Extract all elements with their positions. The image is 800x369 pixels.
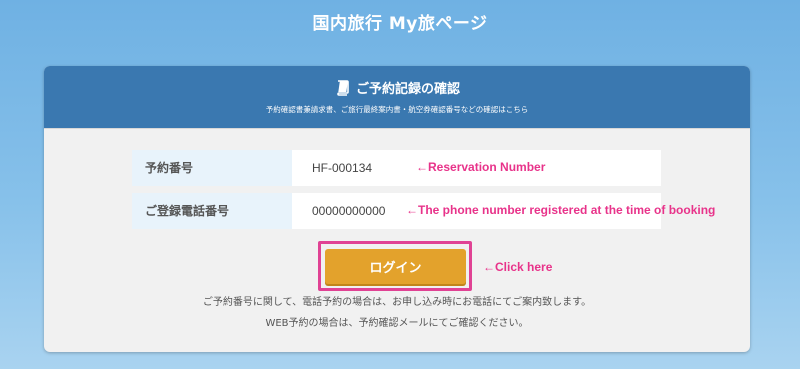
- card-header: ご予約記録の確認 予約確認書兼請求書、ご旅行最終案内書・航空券確認番号などの確認…: [44, 66, 750, 129]
- reservation-number-row: 予約番号 HF-000134: [132, 150, 661, 186]
- login-annotation: ←Click here: [483, 260, 553, 274]
- phone-number-input[interactable]: 00000000000: [312, 193, 385, 229]
- reservation-number-input[interactable]: HF-000134: [312, 150, 372, 186]
- reservation-number-label: 予約番号: [132, 150, 292, 186]
- card-title-row: ご予約記録の確認: [44, 78, 750, 100]
- phone-number-label: ご登録電話番号: [132, 193, 292, 229]
- note-line-1: ご予約番号に関して、電話予約の場合は、お申し込み時にお電話にてご案内致します。: [202, 297, 592, 308]
- book-icon: [334, 80, 350, 100]
- page-title: 国内旅行 My旅ページ: [312, 14, 488, 34]
- card-subtitle: 予約確認書兼請求書、ご旅行最終案内書・航空券確認番号などの確認はこちら: [265, 105, 529, 114]
- phone-number-annotation: ←The phone number registered at the time…: [406, 203, 716, 217]
- reservation-card: ご予約記録の確認 予約確認書兼請求書、ご旅行最終案内書・航空券確認番号などの確認…: [44, 66, 750, 352]
- card-title: ご予約記録の確認: [355, 82, 460, 97]
- login-button[interactable]: ログイン: [325, 249, 466, 284]
- note-line-2: WEB予約の場合は、予約確認メールにてご確認ください。: [265, 318, 529, 329]
- reservation-number-annotation: ←Reservation Number: [416, 160, 546, 174]
